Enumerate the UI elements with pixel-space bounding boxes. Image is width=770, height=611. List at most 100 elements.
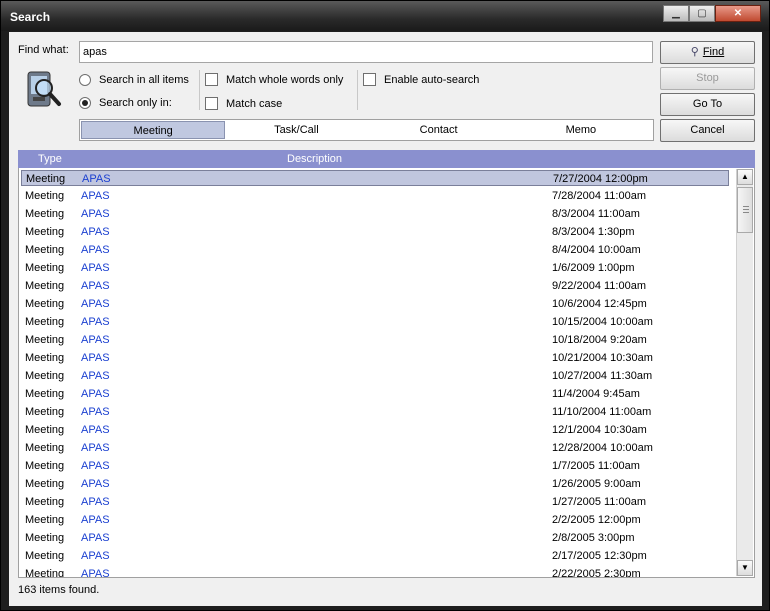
date-cell: 1/27/2005 11:00am	[552, 496, 646, 508]
table-row[interactable]: Meeting APAS 12/1/2004 10:30am	[21, 422, 729, 438]
table-row[interactable]: Meeting APAS 11/4/2004 9:45am	[21, 386, 729, 402]
type-cell: Meeting	[25, 532, 65, 544]
description-column-header[interactable]: Description	[287, 153, 342, 165]
title-bar[interactable]: Search ▁ ▢ ✕	[1, 1, 769, 31]
table-row[interactable]: Meeting APAS 1/27/2005 11:00am	[21, 494, 729, 510]
table-row[interactable]: Meeting APAS 7/28/2004 11:00am	[21, 188, 729, 204]
date-cell: 11/10/2004 11:00am	[552, 406, 652, 418]
search-all-radio[interactable]	[79, 74, 91, 86]
find-button[interactable]: ⚲ Find	[660, 41, 755, 64]
table-row[interactable]: Meeting APAS 1/7/2005 11:00am	[21, 458, 729, 474]
item-type-tabs: Meeting Task/Call Contact Memo	[79, 119, 654, 141]
search-only-option[interactable]: Search only in:	[79, 97, 172, 109]
date-cell: 10/6/2004 12:45pm	[552, 298, 647, 310]
table-row[interactable]: Meeting APAS 11/10/2004 11:00am	[21, 404, 729, 420]
type-cell: Meeting	[26, 173, 66, 185]
close-button[interactable]: ✕	[715, 5, 761, 22]
date-cell: 8/3/2004 11:00am	[552, 208, 640, 220]
table-row[interactable]: Meeting APAS 2/8/2005 3:00pm	[21, 530, 729, 546]
pda-search-icon	[27, 71, 61, 107]
whole-words-checkbox[interactable]	[205, 73, 218, 86]
table-row[interactable]: Meeting APAS 10/6/2004 12:45pm	[21, 296, 729, 312]
tab-memo[interactable]: Memo	[510, 121, 652, 139]
description-cell: APAS	[82, 173, 111, 185]
vertical-scrollbar[interactable]: ▲ ▼	[736, 169, 753, 576]
type-cell: Meeting	[25, 280, 65, 292]
divider	[357, 70, 358, 110]
date-cell: 10/18/2004 9:20am	[552, 334, 647, 346]
description-cell: APAS	[81, 352, 110, 364]
description-cell: APAS	[81, 532, 110, 544]
search-window: Search ▁ ▢ ✕ Find what: Search in all it…	[0, 0, 770, 611]
tab-meeting[interactable]: Meeting	[81, 121, 226, 139]
table-row[interactable]: Meeting APAS 10/18/2004 9:20am	[21, 332, 729, 348]
go-to-button[interactable]: Go To	[660, 93, 755, 116]
table-row[interactable]: Meeting APAS 2/22/2005 2:30pm	[21, 566, 729, 578]
table-row[interactable]: Meeting APAS 2/2/2005 12:00pm	[21, 512, 729, 528]
table-row[interactable]: Meeting APAS 1/26/2005 9:00am	[21, 476, 729, 492]
tab-task-call[interactable]: Task/Call	[225, 121, 367, 139]
minimize-button[interactable]: ▁	[663, 5, 689, 22]
description-cell: APAS	[81, 514, 110, 526]
description-cell: APAS	[81, 496, 110, 508]
table-row[interactable]: Meeting APAS 1/6/2009 1:00pm	[21, 260, 729, 276]
scroll-up-arrow-icon[interactable]: ▲	[737, 169, 753, 185]
auto-search-option[interactable]: Enable auto-search	[363, 73, 479, 86]
description-cell: APAS	[81, 334, 110, 346]
type-cell: Meeting	[25, 388, 65, 400]
match-case-option[interactable]: Match case	[205, 97, 282, 110]
stop-button[interactable]: Stop	[660, 67, 755, 90]
description-cell: APAS	[81, 406, 110, 418]
description-cell: APAS	[81, 460, 110, 472]
date-cell: 1/6/2009 1:00pm	[552, 262, 635, 274]
maximize-button[interactable]: ▢	[689, 5, 715, 22]
whole-words-option[interactable]: Match whole words only	[205, 73, 343, 86]
scroll-thumb[interactable]	[737, 187, 753, 233]
search-all-option[interactable]: Search in all items	[79, 74, 189, 86]
table-row[interactable]: Meeting APAS 9/22/2004 11:00am	[21, 278, 729, 294]
date-cell: 9/22/2004 11:00am	[552, 280, 646, 292]
date-cell: 7/28/2004 11:00am	[552, 190, 646, 202]
match-case-checkbox[interactable]	[205, 97, 218, 110]
dialog-body: Find what: Search in all items Search on…	[9, 32, 762, 606]
description-cell: APAS	[81, 478, 110, 490]
cancel-button[interactable]: Cancel	[660, 119, 755, 142]
results-list[interactable]: Meeting APAS 7/27/2004 12:00pm Meeting APAS 7…	[18, 168, 755, 578]
table-row[interactable]: Meeting APAS 8/4/2004 10:00am	[21, 242, 729, 258]
type-cell: Meeting	[25, 514, 65, 526]
date-cell: 1/7/2005 11:00am	[552, 460, 640, 472]
table-row[interactable]: Meeting APAS 8/3/2004 1:30pm	[21, 224, 729, 240]
type-cell: Meeting	[25, 316, 65, 328]
auto-search-label: Enable auto-search	[384, 73, 480, 86]
table-row[interactable]: Meeting APAS 10/15/2004 10:00am	[21, 314, 729, 330]
tab-contact[interactable]: Contact	[368, 121, 510, 139]
find-what-input[interactable]	[79, 41, 653, 63]
description-cell: APAS	[81, 442, 110, 454]
table-row[interactable]: Meeting APAS 12/28/2004 10:00am	[21, 440, 729, 456]
table-row[interactable]: Meeting APAS 2/17/2005 12:30pm	[21, 548, 729, 564]
date-cell: 7/27/2004 12:00pm	[553, 173, 648, 185]
scroll-down-arrow-icon[interactable]: ▼	[737, 560, 753, 576]
description-cell: APAS	[81, 388, 110, 400]
whole-words-label: Match whole words only	[226, 73, 344, 86]
table-row[interactable]: Meeting APAS 8/3/2004 11:00am	[21, 206, 729, 222]
description-cell: APAS	[81, 370, 110, 382]
description-cell: APAS	[81, 244, 110, 256]
type-cell: Meeting	[25, 406, 65, 418]
type-cell: Meeting	[25, 334, 65, 346]
date-cell: 2/22/2005 2:30pm	[552, 568, 641, 578]
search-all-label: Search in all items	[99, 74, 189, 86]
table-row[interactable]: Meeting APAS 10/27/2004 11:30am	[21, 368, 729, 384]
table-row[interactable]: Meeting APAS 10/21/2004 10:30am	[21, 350, 729, 366]
date-cell: 12/28/2004 10:00am	[552, 442, 653, 454]
table-row[interactable]: Meeting APAS 7/27/2004 12:00pm	[21, 170, 729, 186]
type-cell: Meeting	[25, 208, 65, 220]
description-cell: APAS	[81, 568, 110, 578]
grip-line	[743, 212, 749, 213]
date-cell: 10/27/2004 11:30am	[552, 370, 653, 382]
auto-search-checkbox[interactable]	[363, 73, 376, 86]
type-cell: Meeting	[25, 190, 65, 202]
type-column-header[interactable]: Type	[38, 153, 62, 165]
search-only-radio[interactable]	[79, 97, 91, 109]
description-cell: APAS	[81, 226, 110, 238]
